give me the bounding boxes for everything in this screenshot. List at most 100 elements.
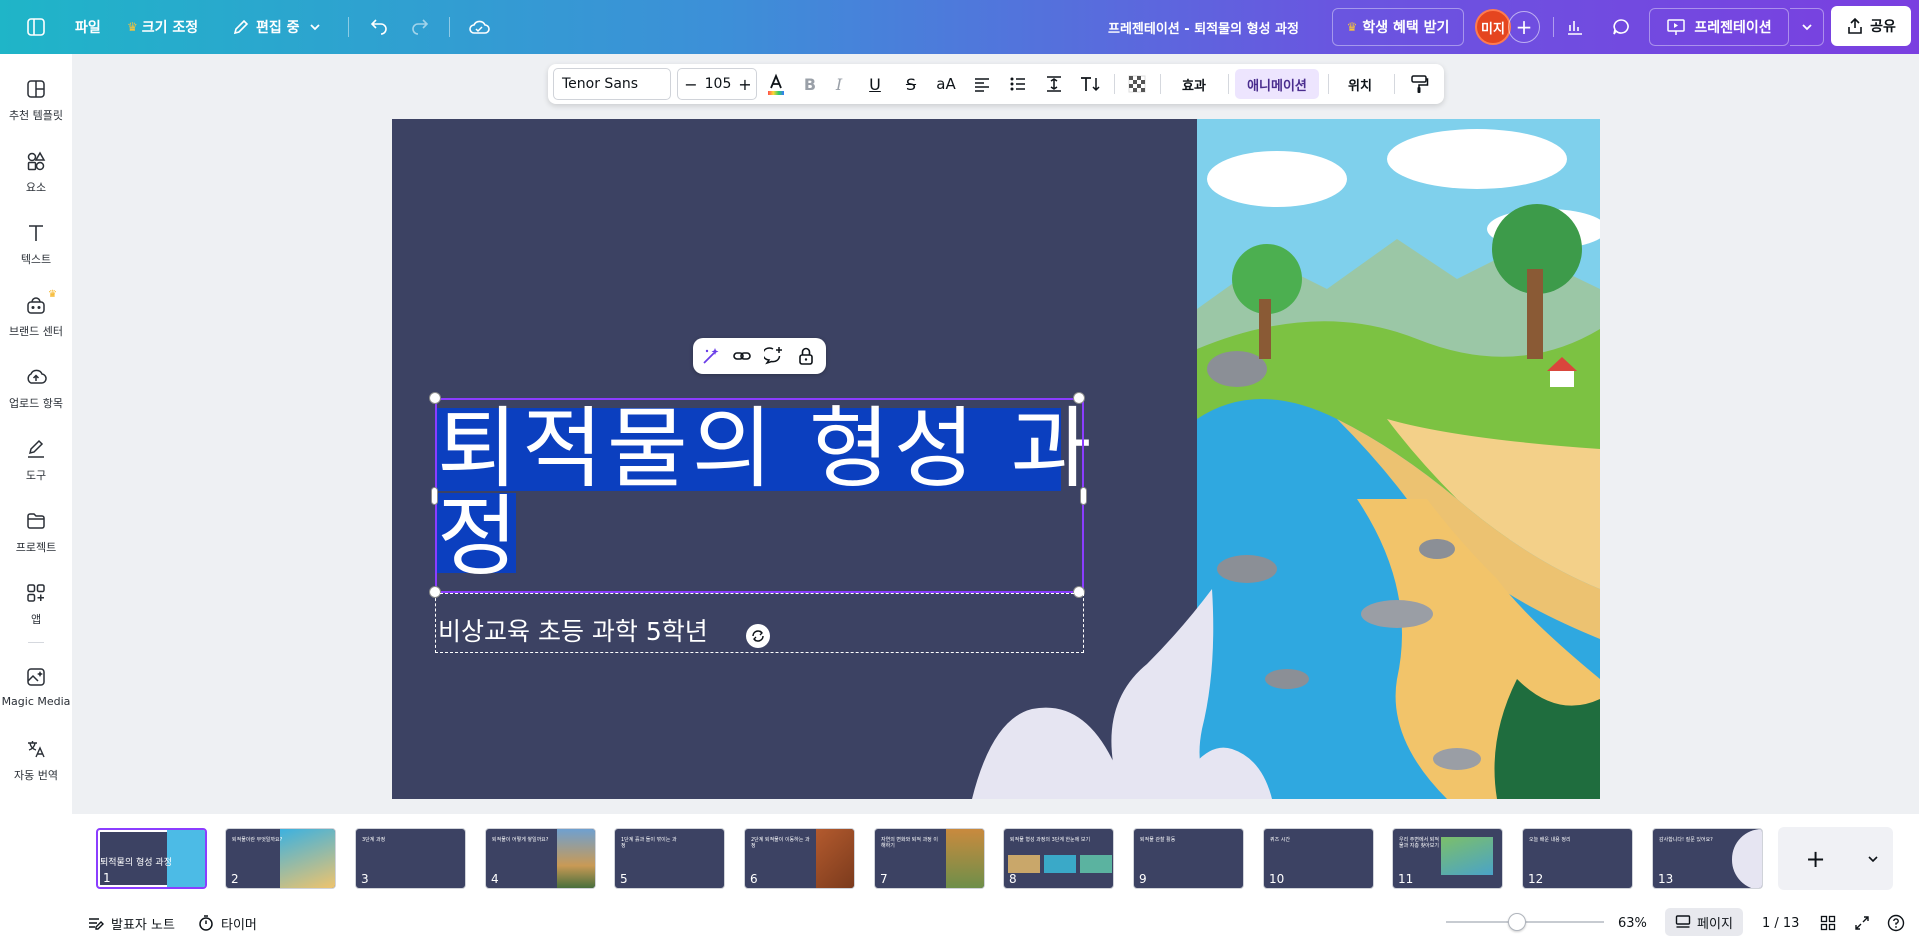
- document-title[interactable]: 프레젠테이션 - 퇴적물의 형성 과정: [1108, 0, 1299, 54]
- transparency-icon[interactable]: [1123, 64, 1151, 104]
- font-family-dropdown[interactable]: Tenor Sans: [553, 68, 671, 100]
- chevron-down-icon[interactable]: [1853, 827, 1893, 890]
- divider: [1394, 74, 1395, 94]
- resize-button[interactable]: ♛ 크기 조정: [127, 0, 198, 54]
- sidebar-item-brand[interactable]: ♛ 브랜드 센터: [0, 289, 72, 339]
- comment-icon[interactable]: [1607, 0, 1635, 54]
- add-page-group: +: [1778, 827, 1893, 890]
- share-icon: [1848, 17, 1862, 34]
- page-thumbnail-4[interactable]: 퇴적물이 어떻게 쌓일까요? 4: [485, 828, 596, 889]
- add-collaborator-icon[interactable]: +: [1508, 11, 1540, 43]
- sidebar-item-text[interactable]: 텍스트: [0, 221, 72, 267]
- template-icon: [27, 80, 45, 98]
- pages-view-button[interactable]: 페이지: [1665, 908, 1743, 936]
- letter-case-icon[interactable]: aA: [932, 64, 960, 104]
- strikethrough-icon[interactable]: S: [897, 64, 925, 104]
- cloud-saved-icon[interactable]: [465, 0, 493, 54]
- notes-button[interactable]: 발표자 노트: [87, 910, 175, 936]
- sidebar-item-apps[interactable]: 앱: [0, 581, 72, 627]
- link-icon[interactable]: [728, 342, 756, 370]
- present-button[interactable]: 프레젠테이션: [1649, 8, 1789, 46]
- underline-icon[interactable]: U: [861, 64, 889, 104]
- resize-handle[interactable]: [1073, 392, 1085, 404]
- font-size-input[interactable]: 105: [702, 69, 734, 99]
- page-thumbnail-10[interactable]: 퀴즈 시간 10: [1263, 828, 1374, 889]
- italic-icon[interactable]: I: [825, 64, 853, 104]
- page-thumbnail-3[interactable]: 3단계 과정 3: [355, 828, 466, 889]
- editing-mode-button[interactable]: 편집 중: [232, 0, 322, 54]
- help-icon[interactable]: [1886, 910, 1906, 936]
- side-resize-handle[interactable]: [1080, 487, 1087, 505]
- text-format-toolbar: Tenor Sans − 105 + B I U S aA 효과 애니메이션 위…: [548, 64, 1444, 104]
- student-benefit-button[interactable]: ♛ 학생 혜택 받기: [1332, 8, 1464, 46]
- sidebar-item-translate[interactable]: 자동 번역: [0, 737, 72, 783]
- page-thumbnail-1[interactable]: 퇴적물의 형성 과정 1: [96, 828, 207, 889]
- thumbnail-image: [946, 829, 984, 888]
- bullet-list-icon[interactable]: [1004, 64, 1032, 104]
- sidebar-item-projects[interactable]: 프로젝트: [0, 509, 72, 555]
- sidebar-item-magic-media[interactable]: Magic Media: [0, 665, 72, 708]
- page-thumbnail-9[interactable]: 퇴적물 관찰 활동 9: [1133, 828, 1244, 889]
- sidebar-item-label: Magic Media: [1, 695, 71, 708]
- effects-button[interactable]: 효과: [1169, 64, 1219, 104]
- sidebar-toggle-icon[interactable]: [22, 0, 50, 54]
- spacing-icon[interactable]: [1040, 64, 1068, 104]
- page-thumbnail-8[interactable]: 퇴적물 형성 과정의 3단계 한눈에 보기 8: [1003, 828, 1114, 889]
- avatar[interactable]: 미지: [1475, 9, 1511, 45]
- thumbnail-page-number: 12: [1528, 872, 1544, 886]
- align-left-icon[interactable]: [968, 64, 996, 104]
- analytics-icon[interactable]: [1561, 0, 1589, 54]
- page-thumbnail-5[interactable]: 1단계 흙과 돌이 깎이는 과정 5: [614, 828, 725, 889]
- paint-format-icon[interactable]: [1403, 64, 1435, 104]
- magic-write-icon[interactable]: [697, 342, 725, 370]
- brand-icon: [27, 297, 45, 314]
- page-thumbnail-2[interactable]: 퇴적물이란 무엇일까요? 2: [225, 828, 336, 889]
- page-thumbnail-6[interactable]: 2단계 퇴적물이 이동하는 과정 6: [744, 828, 855, 889]
- animation-button[interactable]: 애니메이션: [1235, 69, 1319, 99]
- grid-view-icon[interactable]: [1818, 910, 1838, 936]
- undo-icon[interactable]: [365, 0, 393, 54]
- lock-icon[interactable]: [792, 342, 820, 370]
- page-thumbnail-13[interactable]: 감사합니다! 질문 있어요? 13: [1652, 828, 1763, 889]
- vertical-text-icon[interactable]: [1076, 64, 1104, 104]
- increase-font-size-button[interactable]: +: [734, 69, 756, 99]
- file-menu[interactable]: 파일: [75, 0, 101, 54]
- add-comment-icon[interactable]: [760, 342, 788, 370]
- sidebar-item-label: 도구: [25, 469, 47, 482]
- page-thumbnail-11[interactable]: 우리 주변에서 퇴적물과 지층 찾아보기 11: [1392, 828, 1503, 889]
- resize-handle[interactable]: [429, 392, 441, 404]
- position-button[interactable]: 위치: [1335, 64, 1385, 104]
- sidebar-item-elements[interactable]: 요소: [0, 149, 72, 195]
- page-thumbnail-12[interactable]: 오늘 배운 내용 정리 12: [1522, 828, 1633, 889]
- sidebar-item-tools[interactable]: 도구: [0, 437, 72, 483]
- side-resize-handle[interactable]: [431, 487, 438, 505]
- rotate-handle-icon[interactable]: [746, 624, 770, 648]
- share-button[interactable]: 공유: [1831, 6, 1911, 46]
- upload-icon: [27, 369, 47, 384]
- page-thumbnail-7[interactable]: 자연의 변화와 퇴적 과정 이해하기 7: [874, 828, 985, 889]
- sidebar-item-templates[interactable]: 추천 템플릿: [0, 77, 72, 123]
- thumbnail-page-number: 6: [750, 872, 758, 886]
- page-counter: 1 / 13: [1762, 915, 1800, 931]
- text-icon: [29, 225, 43, 241]
- timer-button[interactable]: 타이머: [197, 910, 257, 936]
- crown-icon: ♛: [48, 289, 57, 300]
- fullscreen-icon[interactable]: [1852, 910, 1872, 936]
- bold-icon[interactable]: B: [796, 64, 824, 104]
- thumbnail-image: [1080, 855, 1112, 873]
- text-color-icon[interactable]: [762, 64, 790, 104]
- present-options-chevron-down-icon[interactable]: [1790, 8, 1824, 46]
- zoom-slider-thumb[interactable]: [1508, 913, 1527, 931]
- thumbnail-title: 퇴적물의 형성 과정: [100, 858, 172, 868]
- slide-canvas[interactable]: 퇴적물의 형성 과 정 비상교육 초등 과학 5학년: [392, 119, 1600, 799]
- chevron-down-icon: [309, 24, 320, 31]
- thumbnail-page-number: 5: [620, 872, 628, 886]
- divider: [1160, 74, 1161, 94]
- decrease-font-size-button[interactable]: −: [680, 69, 702, 99]
- sidebar-item-uploads[interactable]: 업로드 항목: [0, 365, 72, 411]
- zoom-percentage[interactable]: 63%: [1618, 910, 1647, 936]
- add-page-button[interactable]: +: [1778, 827, 1853, 890]
- redo-icon[interactable]: [406, 0, 434, 54]
- zoom-slider-track[interactable]: [1446, 913, 1604, 931]
- pencil-icon: [233, 19, 249, 35]
